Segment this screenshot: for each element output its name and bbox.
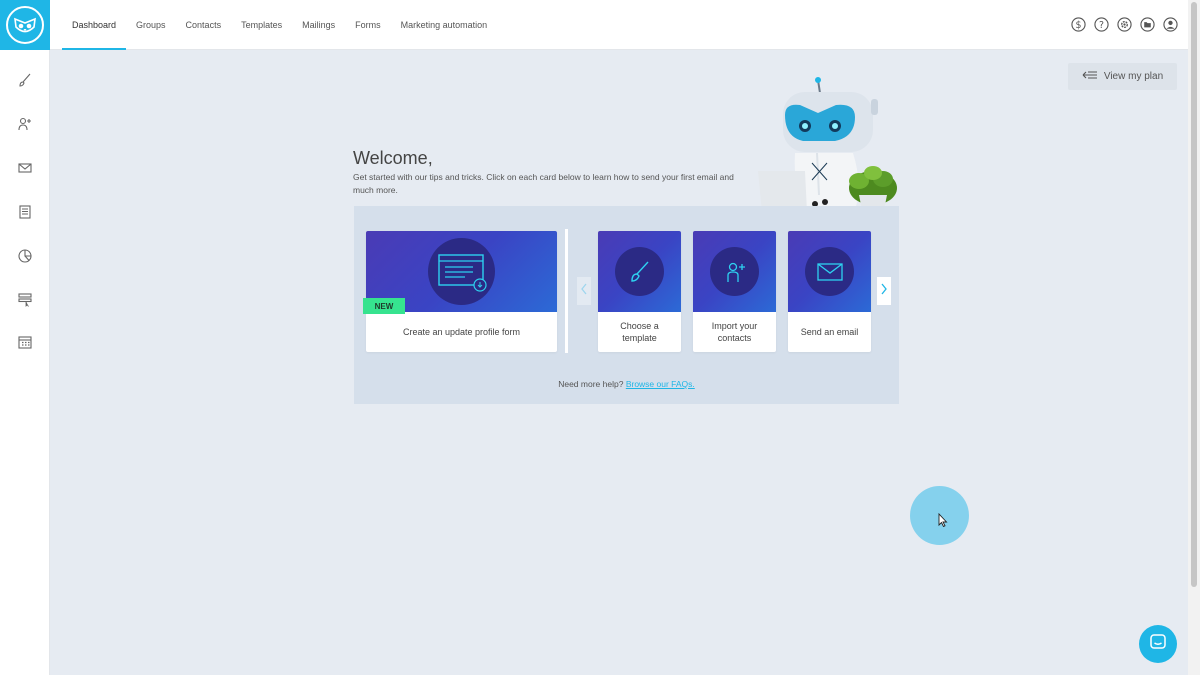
chat-button[interactable]: [1139, 625, 1177, 663]
svg-text:?: ?: [1099, 19, 1104, 30]
nav-groups[interactable]: Groups: [126, 0, 176, 50]
nav-templates[interactable]: Templates: [231, 0, 292, 50]
nav-dashboard[interactable]: Dashboard: [62, 0, 127, 50]
scrollbar-thumb[interactable]: [1191, 2, 1197, 587]
top-navigation-bar: Dashboard Groups Contacts Templates Mail…: [0, 0, 1188, 50]
brush-icon[interactable]: [15, 70, 35, 90]
pie-chart-icon[interactable]: [15, 246, 35, 266]
card-label-line2: template: [622, 333, 657, 343]
user-icon[interactable]: [1162, 16, 1178, 32]
card-label-line1: Choose a: [620, 321, 659, 331]
card-choose-template[interactable]: Choose a template: [598, 231, 681, 352]
chevron-left-icon: [580, 282, 588, 300]
welcome-text: Get started with our tips and tricks. Cl…: [353, 172, 734, 195]
card-import-contacts[interactable]: Import your contacts: [693, 231, 776, 352]
nav-contacts[interactable]: Contacts: [176, 0, 232, 50]
card-create-update-profile-form[interactable]: Create an update profile form: [366, 231, 557, 352]
welcome-title: Welcome,: [353, 148, 433, 168]
gear-icon[interactable]: [1116, 16, 1132, 32]
vertical-scrollbar[interactable]: [1188, 0, 1200, 675]
dollar-icon[interactable]: $: [1070, 16, 1086, 32]
carousel-next-button[interactable]: [877, 277, 891, 305]
document-icon[interactable]: [15, 202, 35, 222]
svg-text:$: $: [1075, 19, 1081, 30]
view-my-plan-button[interactable]: View my plan: [1068, 63, 1177, 90]
card-label: Create an update profile form: [402, 327, 521, 337]
help-icon[interactable]: ?: [1093, 16, 1109, 32]
carousel-prev-button[interactable]: [577, 277, 591, 305]
card-label-line1: Import your: [711, 321, 758, 331]
card-send-email[interactable]: Send an email: [788, 231, 871, 352]
sidebar: [0, 50, 50, 675]
brush-icon: [615, 247, 664, 296]
top-right-icons: $ ?: [1070, 16, 1178, 32]
chevron-right-icon: [880, 282, 888, 300]
browse-faqs-link[interactable]: Browse our FAQs.: [626, 379, 695, 389]
add-user-icon[interactable]: [15, 114, 35, 134]
list-arrow-icon: [1082, 70, 1098, 83]
form-window-icon: [428, 238, 495, 305]
envelope-icon: [805, 247, 854, 296]
app-logo[interactable]: [0, 0, 50, 50]
form-icon[interactable]: [15, 289, 35, 309]
owl-logo-icon: [6, 6, 44, 44]
card-divider: [565, 229, 568, 353]
calendar-icon[interactable]: [15, 332, 35, 352]
add-user-icon: [710, 247, 759, 296]
nav-mailings[interactable]: Mailings: [292, 0, 345, 50]
mouse-pointer-icon: [938, 512, 948, 532]
view-my-plan-label: View my plan: [1103, 71, 1164, 82]
main-nav: Dashboard Groups Contacts Templates Mail…: [62, 0, 497, 50]
envelope-icon[interactable]: [15, 158, 35, 178]
folder-icon[interactable]: [1139, 16, 1155, 32]
help-row: Need more help? Browse our FAQs.: [354, 379, 899, 389]
nav-marketing-automation[interactable]: Marketing automation: [391, 0, 498, 50]
card-label-line2: contacts: [717, 333, 752, 343]
robot-mascot-illustration: [755, 75, 905, 220]
card-label: Send an email: [800, 327, 859, 337]
help-text: Need more help?: [558, 379, 624, 389]
new-badge: NEW: [363, 298, 405, 314]
chat-icon: [1149, 633, 1167, 656]
nav-forms[interactable]: Forms: [345, 0, 391, 50]
